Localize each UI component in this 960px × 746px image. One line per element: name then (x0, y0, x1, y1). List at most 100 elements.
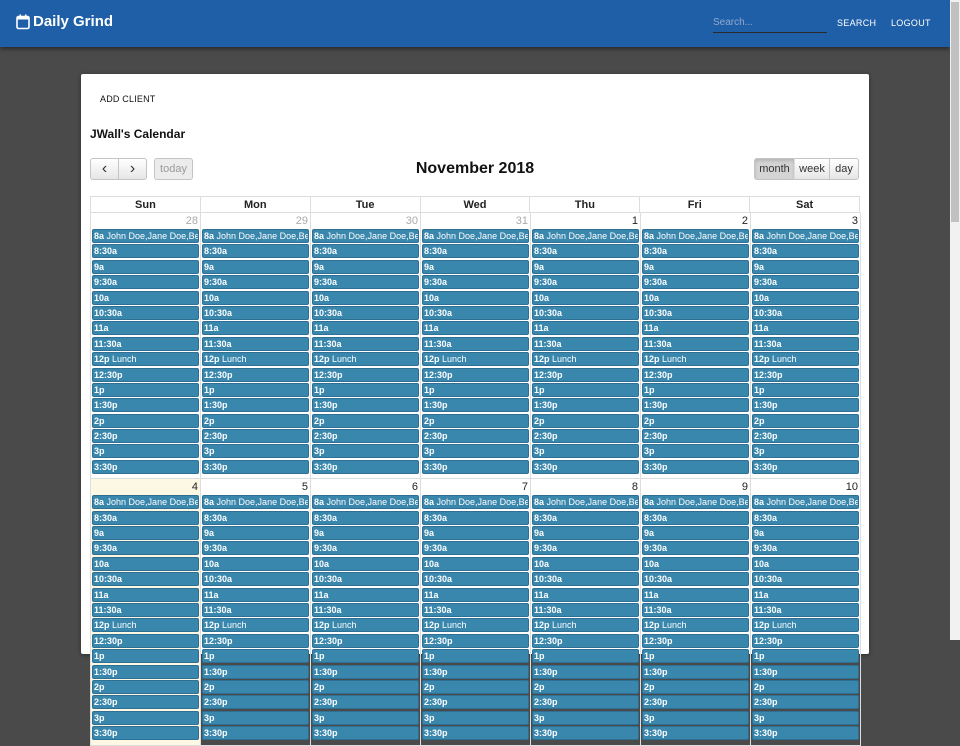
calendar-event[interactable]: 12p Lunch (752, 618, 859, 633)
day-cell[interactable]: 308a John Doe,Jane Doe,Ben S8:30a9a9:30a… (311, 213, 421, 480)
calendar-event[interactable]: 2:30p (752, 429, 859, 444)
calendar-event[interactable]: 2p (422, 413, 529, 428)
calendar-event[interactable]: 9a (312, 526, 419, 541)
calendar-event[interactable]: 11:30a (422, 602, 529, 617)
calendar-event[interactable]: 3:30p (202, 459, 309, 474)
day-cell[interactable]: 108a John Doe,Jane Doe,Ben S8:30a9a9:30a… (751, 479, 861, 746)
calendar-event[interactable]: 9a (752, 259, 859, 274)
calendar-event[interactable]: 12p Lunch (92, 618, 199, 633)
calendar-event[interactable]: 11:30a (642, 336, 749, 351)
calendar-event[interactable]: 11a (642, 587, 749, 602)
calendar-event[interactable]: 9a (92, 526, 199, 541)
calendar-event[interactable]: 10a (312, 290, 419, 305)
calendar-event[interactable]: 11:30a (312, 336, 419, 351)
scrollbar-thumb[interactable] (951, 2, 959, 222)
calendar-event[interactable]: 11a (312, 587, 419, 602)
calendar-event[interactable]: 12:30p (752, 367, 859, 382)
calendar-event[interactable]: 8a John Doe,Jane Doe,Ben S (752, 229, 859, 243)
calendar-event[interactable]: 10:30a (532, 572, 639, 587)
day-number[interactable]: 31 (421, 213, 530, 229)
calendar-event[interactable]: 12p Lunch (202, 618, 309, 633)
calendar-event[interactable]: 9:30a (312, 275, 419, 290)
calendar-event[interactable]: 2p (642, 413, 749, 428)
day-cell[interactable]: 18a John Doe,Jane Doe,Ben S8:30a9a9:30a1… (531, 213, 641, 480)
calendar-event[interactable]: 3p (642, 444, 749, 459)
calendar-event[interactable]: 3:30p (532, 459, 639, 474)
calendar-event[interactable]: 11a (92, 587, 199, 602)
calendar-event[interactable]: 8:30a (312, 244, 419, 259)
page-scrollbar[interactable] (950, 0, 960, 640)
calendar-event[interactable]: 3p (312, 710, 419, 725)
calendar-event[interactable]: 9:30a (532, 275, 639, 290)
calendar-event[interactable]: 3:30p (92, 726, 199, 741)
calendar-event[interactable]: 8:30a (422, 510, 529, 525)
calendar-event[interactable]: 9:30a (202, 541, 309, 556)
calendar-event[interactable]: 8:30a (92, 244, 199, 259)
calendar-event[interactable]: 3p (92, 444, 199, 459)
calendar-event[interactable]: 2:30p (642, 429, 749, 444)
calendar-event[interactable]: 8a John Doe,Jane Doe,Ben S (532, 229, 639, 243)
calendar-event[interactable]: 11a (202, 587, 309, 602)
calendar-event[interactable]: 3:30p (312, 726, 419, 741)
calendar-event[interactable]: 11:30a (532, 336, 639, 351)
calendar-event[interactable]: 10:30a (312, 305, 419, 320)
calendar-event[interactable]: 2:30p (642, 695, 749, 710)
calendar-event[interactable]: 2:30p (92, 429, 199, 444)
calendar-event[interactable]: 12:30p (642, 633, 749, 648)
calendar-event[interactable]: 10a (752, 556, 859, 571)
day-number[interactable]: 3 (751, 213, 860, 229)
calendar-event[interactable]: 2p (92, 413, 199, 428)
calendar-event[interactable]: 9:30a (642, 541, 749, 556)
calendar-event[interactable]: 12p Lunch (312, 618, 419, 633)
calendar-event[interactable]: 8:30a (752, 510, 859, 525)
calendar-event[interactable]: 12:30p (92, 633, 199, 648)
calendar-event[interactable]: 1p (312, 382, 419, 397)
calendar-event[interactable]: 1:30p (532, 398, 639, 413)
calendar-event[interactable]: 8a John Doe,Jane Doe,Ben S (422, 495, 529, 510)
calendar-event[interactable]: 1p (422, 382, 529, 397)
calendar-event[interactable]: 9:30a (92, 541, 199, 556)
search-input[interactable] (713, 12, 827, 33)
day-cell[interactable]: 78a John Doe,Jane Doe,Ben S8:30a9a9:30a1… (421, 479, 531, 746)
calendar-event[interactable]: 8:30a (202, 510, 309, 525)
day-cell[interactable]: 38a John Doe,Jane Doe,Ben S8:30a9a9:30a1… (751, 213, 861, 480)
prev-button[interactable]: ‹ (90, 158, 119, 180)
calendar-event[interactable]: 10a (202, 556, 309, 571)
calendar-event[interactable]: 10a (642, 290, 749, 305)
calendar-event[interactable]: 1:30p (422, 664, 529, 679)
calendar-event[interactable]: 2:30p (422, 429, 529, 444)
calendar-event[interactable]: 12:30p (752, 633, 859, 648)
calendar-event[interactable]: 8:30a (202, 244, 309, 259)
day-cell[interactable]: 88a John Doe,Jane Doe,Ben S8:30a9a9:30a1… (531, 479, 641, 746)
calendar-event[interactable]: 1p (422, 649, 529, 664)
calendar-event[interactable]: 8:30a (422, 244, 529, 259)
calendar-event[interactable]: 11:30a (92, 336, 199, 351)
calendar-event[interactable]: 10a (92, 290, 199, 305)
calendar-event[interactable]: 9a (202, 259, 309, 274)
calendar-event[interactable]: 10a (752, 290, 859, 305)
calendar-event[interactable]: 9a (312, 259, 419, 274)
calendar-event[interactable]: 3:30p (642, 726, 749, 741)
calendar-event[interactable]: 11a (642, 321, 749, 336)
calendar-event[interactable]: 2:30p (92, 695, 199, 710)
calendar-event[interactable]: 2:30p (312, 695, 419, 710)
calendar-event[interactable]: 10a (532, 556, 639, 571)
calendar-event[interactable]: 9:30a (752, 541, 859, 556)
calendar-event[interactable]: 12p Lunch (202, 352, 309, 367)
day-number[interactable]: 1 (531, 213, 640, 229)
calendar-event[interactable]: 3p (422, 444, 529, 459)
calendar-event[interactable]: 3p (92, 710, 199, 725)
calendar-event[interactable]: 11:30a (642, 602, 749, 617)
calendar-event[interactable]: 3:30p (532, 726, 639, 741)
calendar-event[interactable]: 11:30a (752, 336, 859, 351)
calendar-event[interactable]: 11a (532, 587, 639, 602)
calendar-event[interactable]: 11:30a (92, 602, 199, 617)
calendar-event[interactable]: 10:30a (202, 305, 309, 320)
calendar-event[interactable]: 1:30p (92, 664, 199, 679)
calendar-event[interactable]: 1p (642, 382, 749, 397)
day-cell[interactable]: 98a John Doe,Jane Doe,Ben S8:30a9a9:30a1… (641, 479, 751, 746)
calendar-event[interactable]: 3:30p (422, 726, 529, 741)
calendar-event[interactable]: 8:30a (312, 510, 419, 525)
calendar-event[interactable]: 8:30a (642, 510, 749, 525)
calendar-event[interactable]: 11:30a (202, 336, 309, 351)
